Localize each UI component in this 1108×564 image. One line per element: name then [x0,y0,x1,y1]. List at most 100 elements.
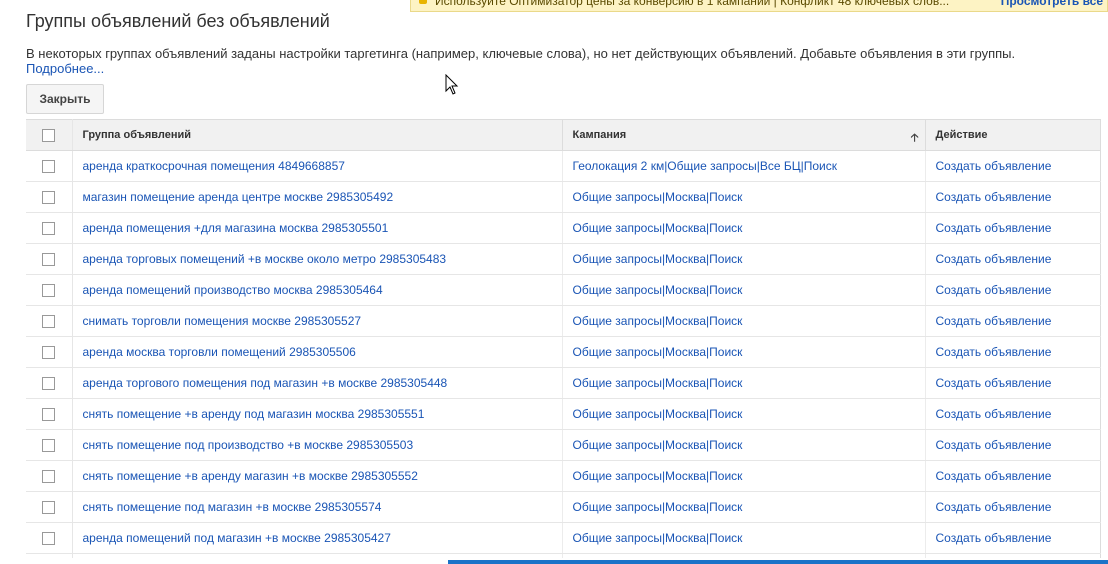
campaign-link[interactable]: Общие запросы|Москва|Поиск [573,469,743,483]
column-header-campaign[interactable]: Кампания 🡡 [562,119,926,151]
row-checkbox-cell [26,460,73,492]
column-header-action: Действие [925,119,1101,151]
row-checkbox-cell [26,398,73,430]
create-ad-link[interactable]: Создать объявление [936,159,1052,173]
table-row: снять помещение +в аренду магазин +в мос… [26,460,1101,492]
row-checkbox-cell [26,243,73,275]
group-cell: аренда помещений под магазин +в москве 2… [72,522,563,554]
create-ad-link[interactable]: Создать объявление [936,345,1052,359]
row-checkbox[interactable] [42,346,56,360]
campaign-link[interactable]: Геолокация 2 км|Общие запросы|Все БЦ|Пои… [573,159,838,173]
row-checkbox[interactable] [42,284,56,298]
row-checkbox[interactable] [42,532,56,546]
row-checkbox[interactable] [42,439,56,453]
row-checkbox-cell [26,491,73,523]
table-row: аренда помещения +для магазина москва 29… [26,212,1101,244]
campaign-cell: Общие запросы|Москва|Поиск [562,367,926,399]
group-cell: снять помещение +в аренду магазин +в мос… [72,460,563,492]
ad-group-link[interactable]: аренда помещений под магазин +в москве 2… [83,531,391,545]
ad-group-link[interactable]: снять помещение под производство +в моск… [83,438,414,452]
select-all-checkbox[interactable] [42,128,56,142]
campaign-link[interactable]: Общие запросы|Москва|Поиск [573,314,743,328]
campaign-cell: Общие запросы|Москва|Поиск [562,429,926,461]
action-cell: Создать объявление [925,336,1101,368]
create-ad-link[interactable]: Создать объявление [936,252,1052,266]
arrow-up-icon[interactable]: 🡡 [911,129,919,148]
ad-group-link[interactable]: аренда помещений производство москва 298… [83,283,383,297]
create-ad-link[interactable]: Создать объявление [936,376,1052,390]
campaign-link[interactable]: Общие запросы|Москва|Поиск [573,221,743,235]
table-row: снимать торговли помещения москве 298530… [26,305,1101,337]
campaign-link[interactable]: Общие запросы|Москва|Поиск [573,438,743,452]
create-ad-link[interactable]: Создать объявление [936,531,1052,545]
column-header-group[interactable]: Группа объявлений [72,119,563,151]
ad-group-link[interactable]: аренда москва торговли помещений 2985305… [83,345,356,359]
campaign-cell: Общие запросы|Москва|Поиск [562,274,926,306]
campaign-link[interactable]: Общие запросы|Москва|Поиск [573,283,743,297]
row-checkbox[interactable] [42,315,56,329]
campaign-link[interactable]: Общие запросы|Москва|Поиск [573,376,743,390]
campaign-link[interactable]: Общие запросы|Москва|Поиск [573,190,743,204]
group-cell: аренда москва торговли помещений 2985305… [72,336,563,368]
learn-more-link[interactable]: Подробнее... [26,61,104,76]
row-checkbox[interactable] [42,377,56,391]
row-checkbox[interactable] [42,253,56,267]
ad-group-link[interactable]: аренда краткосрочная помещения 484966885… [83,159,345,173]
row-checkbox-cell [26,212,73,244]
notification-message[interactable]: Используйте Оптимизатор цены за конверси… [435,0,949,8]
row-checkbox[interactable] [42,191,56,205]
row-checkbox[interactable] [42,222,56,236]
close-button[interactable]: Закрыть [26,84,104,114]
ad-group-link[interactable]: снять помещение +в аренду магазин +в мос… [83,469,418,483]
create-ad-link[interactable]: Создать объявление [936,438,1052,452]
campaign-link[interactable]: Общие запросы|Москва|Поиск [573,531,743,545]
campaign-link[interactable]: Общие запросы|Москва|Поиск [573,500,743,514]
row-checkbox-cell [26,336,73,368]
ad-group-link[interactable]: снять помещение под магазин +в москве 29… [83,500,382,514]
ad-group-link[interactable]: аренда торгового помещения под магазин +… [83,376,448,390]
table-header-row: Группа объявлений Кампания 🡡 Действие [26,119,1101,151]
create-ad-link[interactable]: Создать объявление [936,190,1052,204]
ad-group-link[interactable]: аренда помещения +для магазина москва 29… [83,221,389,235]
action-cell: Создать объявление [925,212,1101,244]
action-cell: Создать объявление [925,429,1101,461]
campaign-cell: Геолокация 2 км|Общие запросы|Все БЦ|Пои… [562,150,926,182]
campaign-cell: Общие запросы|Москва|Поиск [562,305,926,337]
action-cell: Создать объявление [925,522,1101,554]
action-cell: Создать объявление [925,460,1101,492]
table-row: аренда торговых помещений +в москве окол… [26,243,1101,275]
create-ad-link[interactable]: Создать объявление [936,221,1052,235]
table-row: снять помещение под производство +в моск… [26,429,1101,461]
mouse-cursor-icon [445,74,459,95]
table-row: аренда помещений производство москва 298… [26,274,1101,306]
ad-group-link[interactable]: аренда торговых помещений +в москве окол… [83,252,447,266]
table-row: снять помещение +в аренду под магазин мо… [26,398,1101,430]
create-ad-link[interactable]: Создать объявление [936,407,1052,421]
ad-groups-table: Группа объявлений Кампания 🡡 Действие аре… [26,119,1101,558]
table-row: магазин помещение аренда центре москве 2… [26,181,1101,213]
row-checkbox-cell [26,553,73,558]
row-checkbox[interactable] [42,501,56,515]
group-cell: снять помещение под производство +в моск… [72,429,563,461]
table-row: аренда торгового помещения под магазин +… [26,367,1101,399]
group-cell: снимать торговли помещения москве 298530… [72,305,563,337]
row-checkbox[interactable] [42,408,56,422]
notification-bar: Используйте Оптимизатор цены за конверси… [410,0,1108,12]
campaign-link[interactable]: Общие запросы|Москва|Поиск [573,407,743,421]
row-checkbox-cell [26,181,73,213]
campaign-link[interactable]: Общие запросы|Москва|Поиск [573,252,743,266]
view-all-link[interactable]: Просмотреть все [994,0,1103,8]
create-ad-link[interactable]: Создать объявление [936,469,1052,483]
campaign-link[interactable]: Общие запросы|Москва|Поиск [573,345,743,359]
create-ad-link[interactable]: Создать объявление [936,283,1052,297]
table-row-partial [26,553,1101,558]
ad-group-link[interactable]: магазин помещение аренда центре москве 2… [83,190,394,204]
create-ad-link[interactable]: Создать объявление [936,314,1052,328]
row-checkbox-cell [26,305,73,337]
row-checkbox[interactable] [42,160,56,174]
ad-group-link[interactable]: снимать торговли помещения москве 298530… [83,314,362,328]
ad-group-link[interactable]: снять помещение +в аренду под магазин мо… [83,407,425,421]
create-ad-link[interactable]: Создать объявление [936,500,1052,514]
group-cell: аренда торгового помещения под магазин +… [72,367,563,399]
row-checkbox[interactable] [42,470,56,484]
